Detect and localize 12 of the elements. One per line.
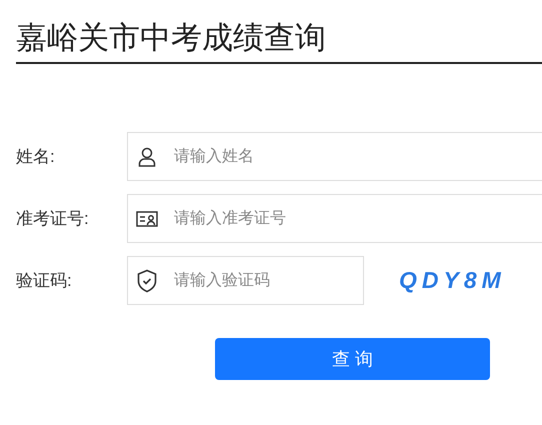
captcha-code[interactable]: QDY8M [399, 263, 506, 298]
shield-check-icon [137, 268, 157, 292]
person-icon [138, 146, 156, 166]
id-card-icon [136, 210, 158, 226]
input-field[interactable]: 请输入准考证号 [127, 194, 542, 243]
field-label: 准考证号: [15, 208, 90, 230]
field-label: 姓名: [15, 146, 56, 168]
query-button[interactable]: 查 询 [215, 338, 490, 380]
input-field[interactable]: 请输入姓名 [127, 132, 542, 181]
input-field[interactable]: 请输入验证码 [127, 256, 364, 305]
page-title: 嘉峪关市中考成绩查询 [15, 19, 327, 57]
field-label: 验证码: [15, 270, 73, 292]
